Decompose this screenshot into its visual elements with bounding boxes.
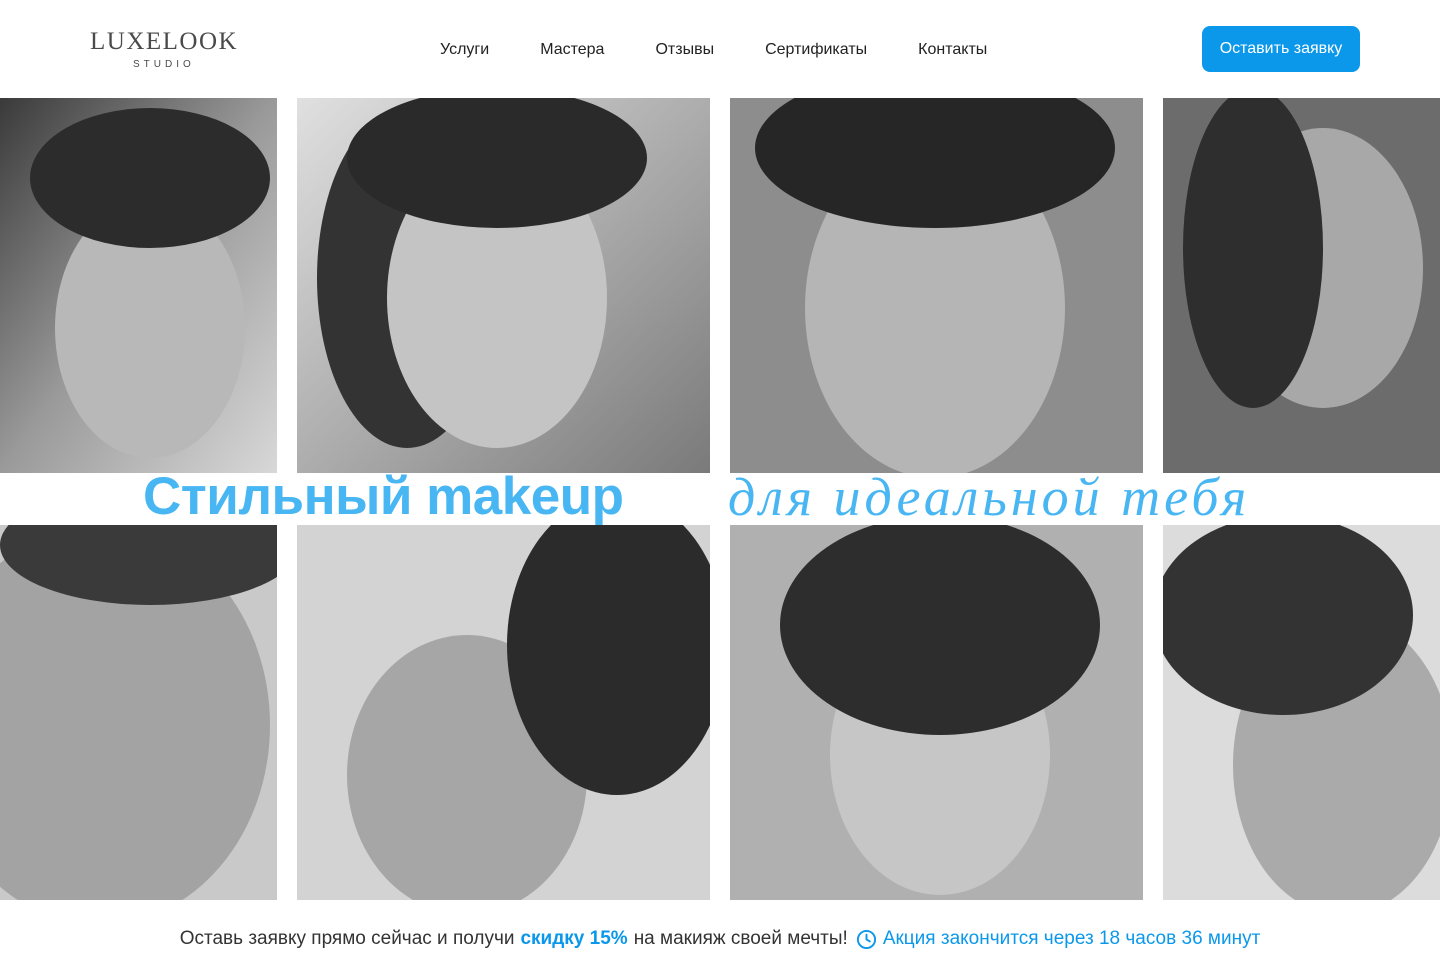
promo-text-before: Оставь заявку прямо сейчас и получи (179, 928, 515, 949)
hero-headline: Стильный makeup для идеальной тебя (0, 467, 1440, 527)
portrait-photo (297, 525, 710, 900)
portrait-photo (1163, 525, 1440, 900)
main-nav: Услуги Мастера Отзывы Сертификаты Контак… (440, 38, 987, 62)
nav-item-services[interactable]: Услуги (440, 38, 489, 62)
headline-bold: Стильный makeup (143, 467, 624, 526)
site-header: LUXELOOK STUDIO Услуги Мастера Отзывы Се… (0, 0, 1440, 98)
submit-request-button[interactable]: Оставить заявку (1202, 26, 1360, 72)
nav-item-contacts[interactable]: Контакты (918, 38, 987, 62)
headline-script: для идеальной тебя (728, 467, 1251, 527)
brand-logo[interactable]: LUXELOOK STUDIO (90, 28, 239, 74)
brand-name: LUXELOOK (90, 28, 239, 55)
portrait-photo (0, 98, 277, 473)
nav-item-masters[interactable]: Мастера (540, 38, 604, 62)
nav-item-certificates[interactable]: Сертификаты (765, 38, 867, 62)
promo-text-after: на макияж своей мечты! (633, 928, 848, 949)
promo-banner: Оставь заявку прямо сейчас и получи скид… (0, 925, 1440, 953)
promo-discount: скидку 15% (520, 928, 628, 949)
portrait-photo (730, 525, 1143, 900)
portrait-photo (297, 98, 710, 473)
portrait-photo (1163, 98, 1440, 473)
promo-timer: Акция закончится через 18 часов 36 минут (882, 928, 1261, 949)
clock-icon (856, 929, 877, 950)
nav-item-reviews[interactable]: Отзывы (655, 38, 714, 62)
portrait-photo (730, 98, 1143, 473)
brand-subtitle: STUDIO (133, 59, 195, 70)
portrait-photo (0, 525, 277, 900)
